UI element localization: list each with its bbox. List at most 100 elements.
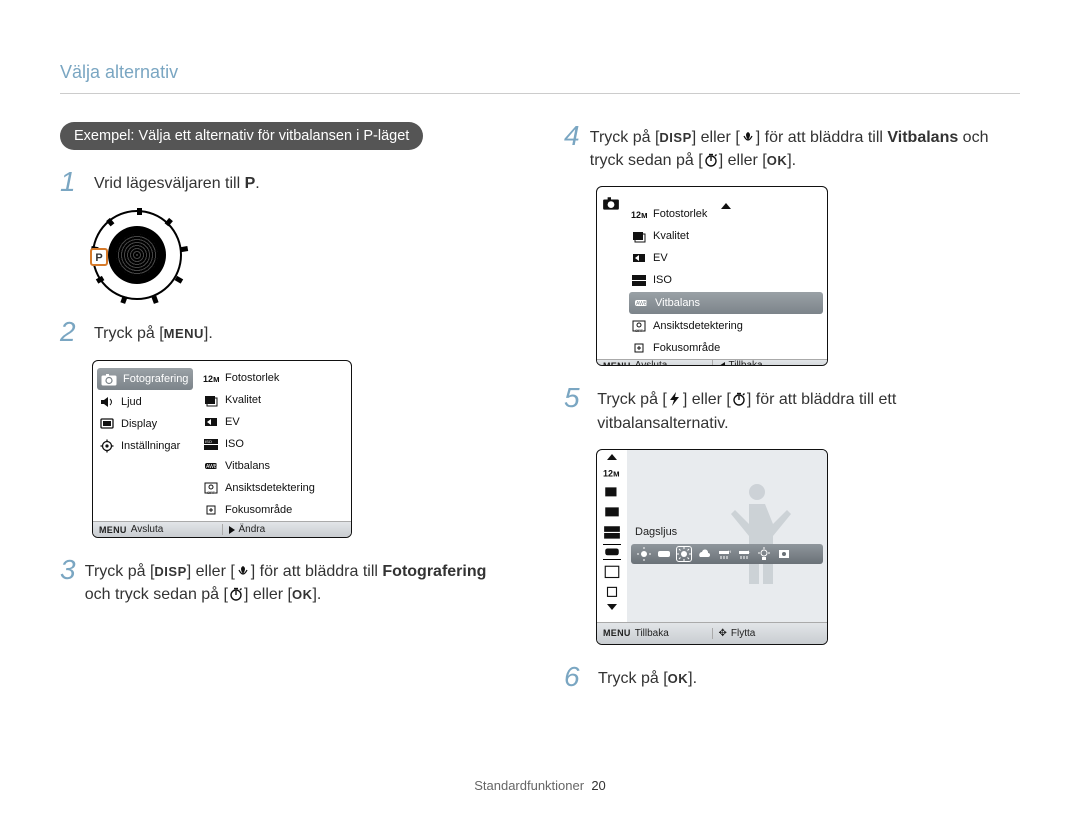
text: Vrid lägesväljaren till [94, 175, 245, 192]
size-icon: 12ᴍ [603, 464, 621, 480]
menu-tag: MENU [99, 525, 127, 535]
wb-chip-fluor-l: L [737, 547, 751, 561]
timer-icon [703, 151, 719, 165]
menu-list: 12ᴍFotostorlek Kvalitet EV ISO AWBVitbal… [625, 187, 827, 359]
t: ] för att bläddra till [251, 563, 383, 580]
menu-item-fotografering: Fotografering [97, 368, 193, 390]
quality-icon [203, 393, 219, 407]
disp-button-label: DISP [154, 563, 186, 582]
label: Inställningar [121, 440, 180, 452]
timer-icon [731, 390, 747, 404]
label: Ljud [121, 396, 142, 408]
menu-button-label: MENU [164, 325, 204, 344]
svg-text:AWB: AWB [636, 301, 648, 307]
wb-selection-screen: 12ᴍ Dagsljus [596, 449, 828, 645]
ok-button-label: OK [767, 152, 788, 171]
svg-text:12ᴍ: 12ᴍ [203, 374, 219, 384]
text: Tryck på [ [94, 325, 164, 342]
camera-icon [101, 372, 117, 386]
label: Fokusområde [653, 342, 720, 354]
left-column: Exempel: Välja ett alternativ för vitbal… [60, 122, 516, 705]
step-text: Vrid lägesväljaren till P. [94, 168, 260, 195]
footer-andra: Ändra [239, 524, 266, 535]
step-text: Tryck på [DISP] eller [] för att bläddra… [85, 556, 516, 606]
svg-text:OFF: OFF [635, 328, 644, 333]
up-arrow-icon [607, 454, 617, 460]
t: Tryck på [ [597, 391, 667, 408]
step-number: 6 [564, 663, 592, 691]
screen-footer: MENUTillbaka ✥Flytta [597, 622, 827, 644]
step-text: Tryck på [DISP] eller [] för att bläddra… [590, 122, 1020, 172]
bold: Fotografering [382, 563, 486, 580]
mode-dial-illustration: P [92, 210, 182, 300]
sound-icon [99, 395, 115, 409]
menu-right-pane: 12ᴍFotostorlek Kvalitet EV ISOISO AWBVit… [197, 361, 351, 521]
wb-icon [603, 544, 621, 560]
face-icon: OFF [631, 319, 647, 333]
label: Kvalitet [225, 394, 261, 406]
iso-icon [631, 273, 647, 287]
step-1: 1 Vrid lägesväljaren till P. [60, 168, 516, 196]
label: EV [653, 252, 668, 264]
example-pill: Exempel: Välja ett alternativ för vitbal… [60, 122, 423, 150]
focus-icon [603, 584, 621, 600]
menu-item-display: Display [93, 413, 197, 435]
macro-icon [740, 128, 756, 142]
svg-text:AWB: AWB [206, 464, 218, 470]
t: ] eller [ [692, 129, 740, 146]
wb-chip-sun2 [677, 547, 691, 561]
t: Tryck på [ [598, 670, 668, 687]
opt-fokus: Fokusområde [197, 499, 351, 521]
step-number: 4 [564, 122, 584, 150]
label: Display [121, 418, 157, 430]
opt-fotostorlek: 12ᴍ Fotostorlek [197, 367, 351, 389]
focus-icon [631, 341, 647, 355]
opt-iso: ISO [625, 269, 827, 291]
step-5: 5 Tryck på [] eller [] för att bläddra t… [564, 384, 1020, 434]
label: Fotostorlek [225, 372, 279, 384]
right-column: 4 Tryck på [DISP] eller [] för att blädd… [564, 122, 1020, 705]
ok-button-label: OK [668, 670, 689, 689]
footer-tillbaka: Tillbaka [635, 628, 669, 639]
wb-chip-custom [777, 547, 791, 561]
opt-kvalitet: Kvalitet [625, 225, 827, 247]
disp-button-label: DISP [659, 129, 691, 148]
page-footer: Standardfunktioner 20 [0, 778, 1080, 793]
screen-tab-camera [597, 187, 625, 359]
opt-kvalitet: Kvalitet [197, 389, 351, 411]
menu-item-ljud: Ljud [93, 391, 197, 413]
move-glyph: ✥ [719, 628, 727, 639]
wb-side-icons: 12ᴍ [597, 450, 627, 622]
step-text: Tryck på [MENU]. [94, 318, 213, 345]
screen-footer: MENUAvsluta Ändra [93, 521, 351, 537]
t: Tryck på [ [85, 563, 155, 580]
footer-page-number: 20 [591, 778, 605, 793]
svg-text:H: H [728, 549, 731, 554]
label: EV [225, 416, 240, 428]
menu-tag: MENU [603, 628, 631, 638]
ok-button-label: OK [292, 586, 313, 605]
focus-icon [203, 503, 219, 517]
label: ISO [653, 274, 672, 286]
t: ]. [312, 586, 321, 603]
macro-icon [235, 562, 251, 576]
display-icon [99, 417, 115, 431]
ev-icon [603, 504, 621, 520]
label: Vitbalans [655, 297, 700, 309]
opt-vitbalans: AWB Vitbalans [629, 292, 823, 314]
footer-section: Standardfunktioner [474, 778, 584, 793]
t: ] eller [ [683, 391, 731, 408]
label: Fotostorlek [653, 208, 707, 220]
iso-icon [603, 524, 621, 540]
opt-fokus: Fokusområde [625, 337, 827, 359]
page-header: Välja alternativ [60, 62, 1020, 83]
opt-vitbalans: AWB Vitbalans [197, 455, 351, 477]
ev-icon [631, 251, 647, 265]
t: ]. [787, 152, 796, 169]
label: Fotografering [123, 373, 188, 385]
label: Vitbalans [225, 460, 270, 472]
footer-tillbaka: Tillbaka [729, 360, 763, 366]
timer-icon [228, 585, 244, 599]
menu-tag: MENU [603, 361, 631, 367]
wb-icon: AWB [633, 296, 649, 310]
